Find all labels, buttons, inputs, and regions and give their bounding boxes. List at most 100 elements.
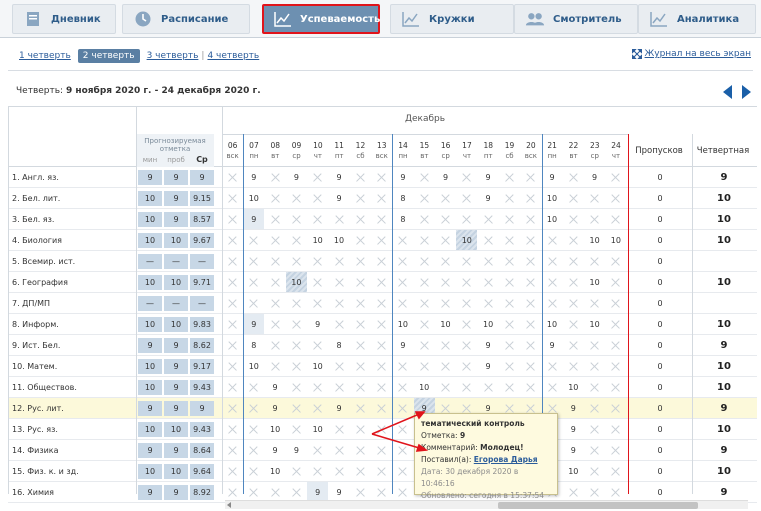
grade-cell[interactable] [456,335,477,355]
quarter-tab-1[interactable]: 1 четверть [16,51,74,61]
grade-cell[interactable] [307,398,328,418]
grade-cell[interactable] [435,335,456,355]
grade-cell[interactable] [392,293,413,313]
subject-name[interactable]: 9. Ист. Бел. [12,335,60,356]
grade-cell[interactable]: 10 [243,356,264,376]
grade-cell[interactable]: 9 [265,377,286,397]
grade-cell[interactable] [478,251,499,271]
grade-cell[interactable] [520,314,541,334]
nav-tab-5[interactable]: Аналитика [638,4,756,34]
grade-cell[interactable]: 10 [563,377,584,397]
grade-cell[interactable] [350,335,371,355]
quarter-tab-2[interactable]: 2 четверть [77,49,140,63]
grade-cell[interactable] [414,209,435,229]
grade-cell[interactable]: 10 [542,314,563,334]
grade-cell[interactable] [542,293,563,313]
nav-tab-4[interactable]: Смотритель [514,4,638,34]
grade-cell[interactable]: 9 [265,440,286,460]
grade-cell[interactable] [542,251,563,271]
grade-cell[interactable] [392,251,413,271]
grade-cell[interactable] [329,272,350,292]
subject-name[interactable]: 4. Биология [12,230,62,251]
grade-cell[interactable] [243,293,264,313]
grade-cell[interactable] [456,293,477,313]
grade-cell[interactable] [499,272,520,292]
grade-cell[interactable] [286,398,307,418]
grade-cell[interactable] [265,356,286,376]
grade-cell[interactable] [499,356,520,376]
nav-tab-0[interactable]: Дневник [12,4,116,34]
grade-cell[interactable] [584,461,605,481]
grade-cell[interactable] [286,293,307,313]
grade-cell[interactable] [435,188,456,208]
grade-cell[interactable] [243,377,264,397]
grade-cell[interactable] [222,419,243,439]
next-arrow-icon[interactable] [742,85,751,99]
grade-cell[interactable]: 9 [307,314,328,334]
grade-cell[interactable]: 10 [584,314,605,334]
subject-name[interactable]: 6. География [12,272,68,293]
grade-cell[interactable]: 9 [329,167,350,187]
grade-cell[interactable]: 9 [563,398,584,418]
grade-cell[interactable] [435,293,456,313]
grade-cell[interactable] [329,251,350,271]
grade-cell[interactable]: 10 [563,461,584,481]
grade-cell[interactable]: 10 [605,230,626,250]
horizontal-scrollbar[interactable] [225,500,748,509]
grade-cell[interactable]: 9 [286,167,307,187]
grade-cell[interactable]: 9 [584,167,605,187]
quarter-tab-3[interactable]: 3 четверть [144,51,202,61]
grade-cell[interactable] [456,377,477,397]
grade-cell[interactable] [286,461,307,481]
grade-cell[interactable] [605,356,626,376]
grade-cell[interactable] [243,440,264,460]
grade-cell[interactable] [414,314,435,334]
grade-cell[interactable]: 8 [392,188,413,208]
grade-cell[interactable] [307,251,328,271]
grade-cell[interactable] [265,230,286,250]
grade-cell[interactable] [329,377,350,397]
grade-cell[interactable] [286,251,307,271]
grade-cell[interactable] [350,398,371,418]
grade-cell[interactable] [499,167,520,187]
grade-cell[interactable] [605,293,626,313]
grade-cell[interactable] [520,167,541,187]
grade-cell[interactable] [350,377,371,397]
grade-cell[interactable]: 9 [392,335,413,355]
subject-name[interactable]: 11. Обществов. [12,377,77,398]
grade-cell[interactable] [329,209,350,229]
grade-cell[interactable] [265,167,286,187]
grade-cell[interactable] [520,272,541,292]
grade-cell[interactable] [371,482,392,502]
grade-cell[interactable]: 9 [329,482,350,502]
grade-cell[interactable] [584,188,605,208]
grade-cell[interactable]: 9 [478,335,499,355]
grade-cell[interactable]: 10 [265,419,286,439]
grade-cell[interactable]: 9 [478,356,499,376]
grade-cell[interactable] [307,461,328,481]
grade-cell[interactable] [584,293,605,313]
grade-cell[interactable] [307,188,328,208]
grade-cell[interactable]: 10 [542,188,563,208]
grade-cell[interactable] [392,482,413,502]
grade-cell[interactable] [542,356,563,376]
grade-cell[interactable] [542,272,563,292]
grade-cell[interactable] [329,419,350,439]
grade-cell[interactable] [392,272,413,292]
grade-cell[interactable]: 8 [392,209,413,229]
grade-cell[interactable] [392,356,413,376]
grade-cell[interactable] [605,209,626,229]
grade-cell[interactable] [605,440,626,460]
grade-cell[interactable] [499,377,520,397]
grade-cell[interactable] [414,335,435,355]
grade-cell[interactable] [371,419,392,439]
grade-cell[interactable] [456,356,477,376]
grade-cell[interactable] [563,209,584,229]
grade-cell[interactable] [520,335,541,355]
grade-cell[interactable] [350,209,371,229]
subject-name[interactable]: 2. Бел. лит. [12,188,60,209]
grade-cell[interactable] [350,356,371,376]
grade-cell[interactable] [563,356,584,376]
grade-cell[interactable] [435,209,456,229]
subject-name[interactable]: 1. Англ. яз. [12,167,59,188]
